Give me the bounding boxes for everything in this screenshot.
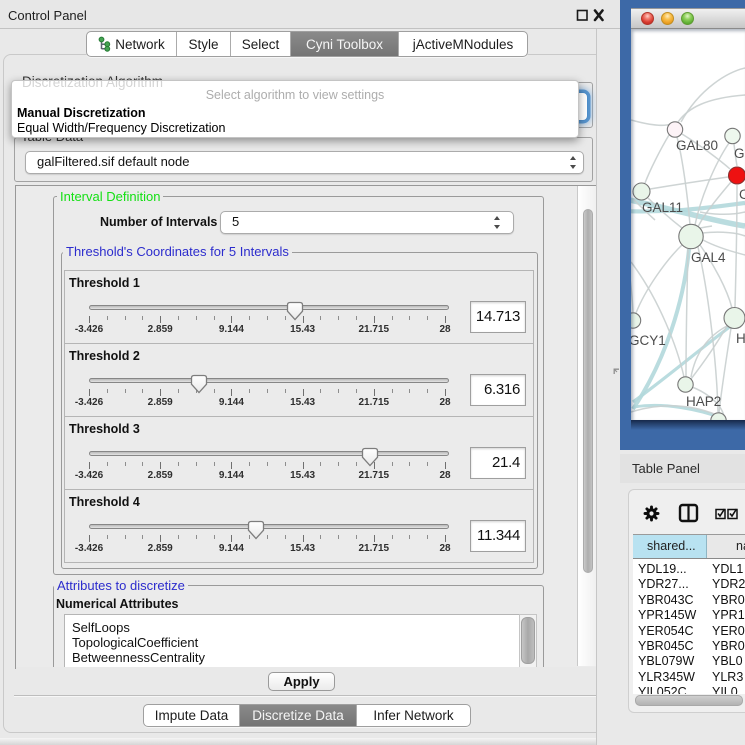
svg-text:C: C — [739, 187, 745, 202]
svg-text:GAL80: GAL80 — [676, 138, 718, 153]
svg-text:GAL4: GAL4 — [691, 250, 726, 265]
svg-text:G.: G. — [734, 146, 745, 161]
svg-text:GCY1: GCY1 — [631, 333, 666, 348]
svg-text:GAL11: GAL11 — [642, 200, 683, 215]
svg-text:HAP2: HAP2 — [686, 394, 721, 409]
svg-text:H: H — [736, 331, 745, 346]
